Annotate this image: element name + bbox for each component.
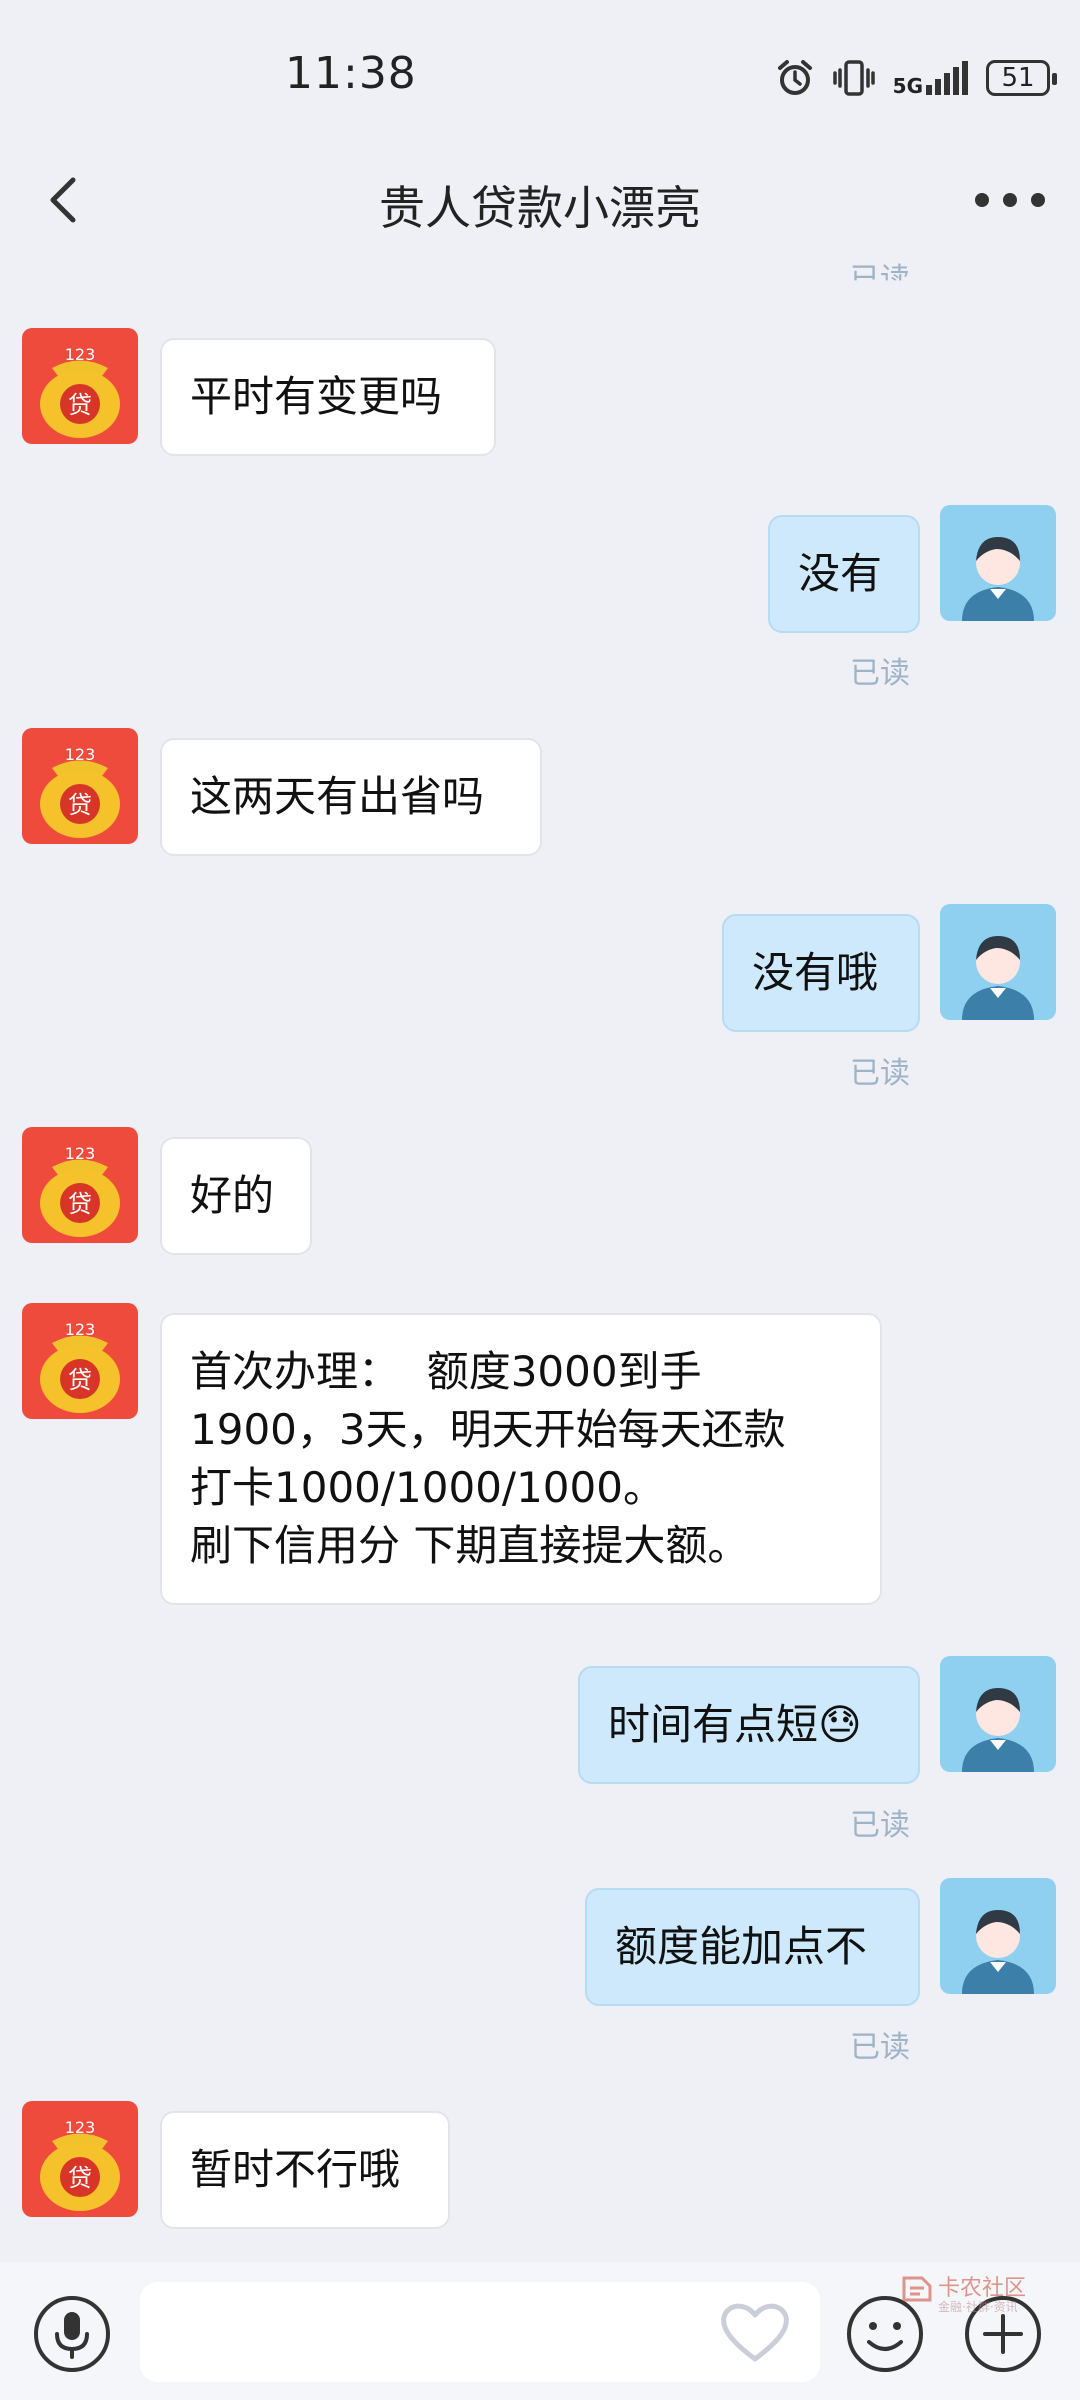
microphone-icon[interactable] — [32, 2294, 112, 2374]
received-message-bubble[interactable]: 暂时不行哦 — [160, 2111, 450, 2229]
user-avatar[interactable] — [940, 505, 1056, 621]
svg-text:贷: 贷 — [68, 2164, 92, 2192]
input-bar — [0, 2262, 1080, 2400]
contact-avatar[interactable]: 贷 123 — [22, 328, 138, 444]
svg-text:贷: 贷 — [68, 1366, 92, 1394]
heart-icon[interactable] — [718, 2297, 792, 2367]
read-receipt: 已读 — [850, 1056, 910, 1091]
plus-icon[interactable] — [963, 2294, 1043, 2374]
read-receipt: 已读 — [850, 656, 910, 691]
status-time: 11:38 — [285, 48, 417, 99]
user-avatar[interactable] — [940, 1878, 1056, 1994]
battery-indicator: 51 — [986, 60, 1057, 96]
contact-avatar[interactable]: 贷 123 — [22, 1303, 138, 1419]
received-message-bubble[interactable]: 平时有变更吗 — [160, 338, 496, 456]
battery-level: 51 — [1001, 63, 1035, 93]
user-avatar[interactable] — [940, 1656, 1056, 1772]
sent-message-bubble[interactable]: 没有 — [768, 515, 920, 633]
svg-text:123: 123 — [65, 1320, 96, 1339]
user-avatar[interactable] — [940, 904, 1056, 1020]
network-type: 5G — [892, 74, 923, 98]
svg-text:123: 123 — [65, 1144, 96, 1163]
vibrate-icon — [832, 60, 875, 96]
contact-avatar[interactable]: 贷 123 — [22, 1127, 138, 1243]
svg-text:贷: 贷 — [68, 791, 92, 819]
svg-text:贷: 贷 — [68, 391, 92, 419]
chat-title: 贵人贷款小漂亮 — [379, 181, 701, 235]
received-message-bubble[interactable]: 这两天有出省吗 — [160, 738, 542, 856]
smile-icon[interactable] — [845, 2294, 925, 2374]
read-receipt-partial: 已读 — [850, 262, 910, 297]
svg-text:贷: 贷 — [68, 1190, 92, 1218]
read-receipt: 已读 — [850, 1808, 910, 1843]
more-dots-icon[interactable] — [970, 180, 1050, 220]
svg-text:123: 123 — [65, 345, 96, 364]
received-message-bubble[interactable]: 好的 — [160, 1137, 312, 1255]
svg-text:123: 123 — [65, 2118, 96, 2137]
contact-avatar[interactable]: 贷 123 — [22, 728, 138, 844]
chat-header: 贵人贷款小漂亮 — [0, 150, 1080, 250]
read-receipt: 已读 — [850, 2030, 910, 2065]
sent-message-bubble[interactable]: 时间有点短😓 — [578, 1666, 920, 1784]
sent-message-bubble[interactable]: 额度能加点不 — [585, 1888, 920, 2006]
status-bar: 11:38 5G 51 — [0, 0, 1080, 150]
status-icons: 5G 51 — [775, 52, 1057, 104]
signal-icon: 5G — [892, 61, 968, 98]
sent-message-bubble[interactable]: 没有哦 — [722, 914, 920, 1032]
received-message-bubble[interactable]: 首次办理： 额度3000到手 1900，3天，明天开始每天还款 打卡1000/1… — [160, 1313, 882, 1605]
contact-avatar[interactable]: 贷 123 — [22, 2101, 138, 2217]
alarm-icon — [777, 60, 812, 95]
svg-text:123: 123 — [65, 745, 96, 764]
